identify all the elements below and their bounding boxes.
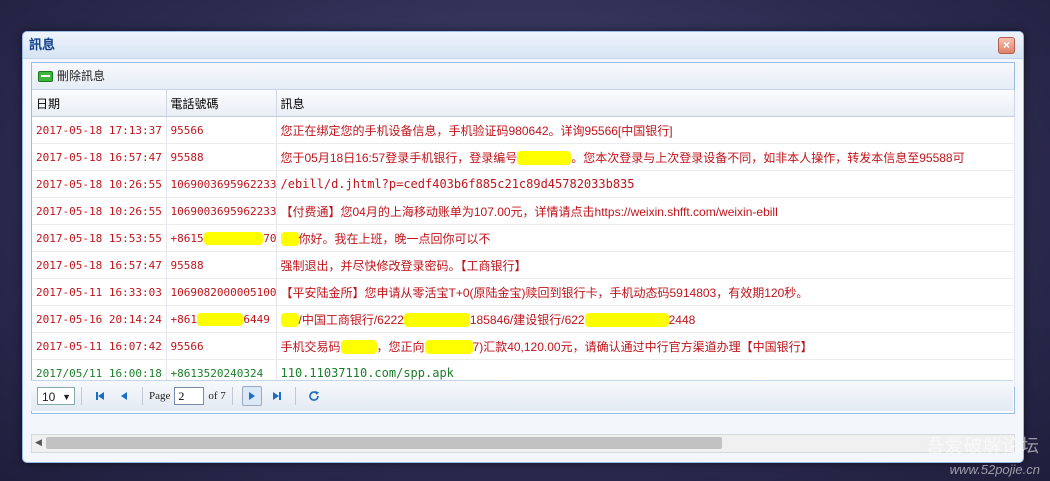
next-page-icon [248,392,255,400]
cell-message: 强制退出，并尽快修改登录密码。【工商银行】 [276,251,1015,279]
cell-message: 手机交易码xxxxxx，您正向xxxxxxxx7)汇款40,120.00元，请确… [276,332,1015,360]
watermark-title: 吾爱破解论坛 [926,436,1040,456]
cell-phone: 10690820000051003 [166,278,277,306]
table-row[interactable]: 2017-05-18 10:26:55 1069003695962233 【付费… [32,197,1015,225]
message-grid: 日期 電話號碼 訊息 2017-05-18 17:13:37 95566 您正在… [32,90,1015,387]
message-text-mid: ，您正向 [376,339,425,354]
phone-suffix: 70 [263,231,276,245]
message-text: 手机交易码 [280,339,341,354]
toolbar: 刪除訊息 [32,63,1014,90]
delete-icon [38,70,53,82]
message-text-mid: 185846/建设银行/622 [469,312,585,327]
separator [142,387,143,405]
column-header-phone[interactable]: 電話號碼 [166,90,277,117]
message-text-tail: 。您本次登录与上次登录设备不同，如非本人操作，转发本信息至95588可 [571,150,965,165]
separator [294,387,296,405]
cell-message: 您正在绑定您的手机设备信息，手机验证码980642。详询95566[中国银行] [276,116,1015,144]
dialog-titlebar[interactable]: 訊息 × [23,32,1023,59]
cell-message: 您于05月18日16:57登录手机银行，登录编号xxxxxxxxx。您本次登录与… [276,143,1015,171]
cell-phone: 95588 [166,251,277,279]
redaction-mark: xxxxxxx [197,312,244,326]
page-size-select[interactable]: 10 ▼ [37,387,75,405]
separator [231,387,233,405]
redaction-mark: xxx [280,312,299,327]
column-header-date[interactable]: 日期 [32,90,167,117]
table-row[interactable]: 2017-05-18 10:26:55 1069003695962233 /eb… [32,170,1015,198]
separator [81,387,82,405]
first-page-button[interactable] [91,387,109,405]
redaction-mark: xxx [280,231,299,246]
watermark: 吾爱破解论坛 www.52pojie.cn [926,432,1040,477]
pagination-toolbar: 10 ▼ Page of 7 [31,380,1013,411]
page-label: Page [149,390,171,402]
cell-phone: 95566 [166,332,277,360]
cell-phone: 1069003695962233 [166,197,277,225]
cell-date: 2017-05-18 16:57:47 [32,143,167,171]
message-text: 您于05月18日16:57登录手机银行，登录编号 [280,150,518,165]
cell-message: 【付费通】您04月的上海移动账单为107.00元，详情请点击https://we… [276,197,1015,225]
cell-date: 2017-05-11 16:33:03 [32,278,167,306]
redaction-mark: xxxxxxxxxxx [403,312,470,327]
page-count-label: of 7 [208,390,226,402]
cell-message: xxx你好。我在上班，晚一点回你可以不 [276,224,1015,252]
phone-suffix: 6449 [243,312,270,326]
message-dialog: 訊息 × 刪除訊息 日期 電話號碼 訊息 2017-05-18 17:13:37 [22,31,1024,463]
table-row[interactable]: 2017-05-18 17:13:37 95566 您正在绑定您的手机设备信息，… [32,116,1015,144]
message-text-tail: 7)汇款40,120.00元，请确认通过中行官方渠道办理【中国银行】 [472,339,813,354]
prev-page-icon [121,392,127,400]
phone-prefix: +861 [170,312,198,326]
prev-page-button[interactable] [115,387,133,405]
delete-message-button[interactable]: 刪除訊息 [38,63,105,89]
cell-date: 2017-05-16 20:14:24 [32,305,167,333]
redaction-mark: xxxxxx [340,339,377,354]
table-row[interactable]: 2017-05-11 16:07:42 95566 手机交易码xxxxxx，您正… [32,332,1015,360]
cell-date: 2017-05-18 15:53:55 [32,224,167,252]
page-number-input[interactable] [174,387,205,405]
cell-phone: +861xxxxxxx6449 [166,305,277,333]
refresh-icon [309,391,319,401]
redaction-mark: xxxxxxxx [424,339,473,354]
last-page-button[interactable] [268,387,286,405]
message-text: /中国工商银行/6222 [298,312,404,327]
column-header-message[interactable]: 訊息 [276,90,1015,117]
table-row[interactable]: 2017-05-11 16:33:03 10690820000051003 【平… [32,278,1015,306]
cell-phone: 1069003695962233 [166,170,277,198]
cell-date: 2017-05-18 17:13:37 [32,116,167,144]
dialog-title: 訊息 [29,37,56,52]
scrollbar-thumb[interactable] [46,437,722,449]
cell-date: 2017-05-18 16:57:47 [32,251,167,279]
table-row[interactable]: 2017-05-18 15:53:55 +8615xxxxxxxxx70 xxx… [32,224,1015,252]
cell-message: 【平安陆金所】您申请从零活宝T+0(原陆金宝)赎回到银行卡，手机动态码59148… [276,278,1015,306]
dropdown-arrow-icon: ▼ [62,392,71,402]
horizontal-scrollbar[interactable]: ◀ [31,434,1015,453]
cell-date: 2017-05-11 16:07:42 [32,332,167,360]
refresh-button[interactable] [305,387,323,405]
redaction-mark: xxxxxxxxx [203,231,264,245]
last-page-icon [272,392,281,400]
phone-prefix: +8615 [170,231,204,245]
first-page-icon [96,392,104,400]
cell-date: 2017-05-18 10:26:55 [32,170,167,198]
cell-message: xxx/中国工商银行/6222xxxxxxxxxxx185846/建设银行/62… [276,305,1015,333]
cell-date: 2017-05-18 10:26:55 [32,197,167,225]
scroll-left-icon[interactable]: ◀ [35,437,42,448]
next-page-button[interactable] [241,386,262,406]
close-icon[interactable]: × [998,37,1015,54]
table-row[interactable]: 2017-05-18 16:57:47 95588 强制退出，并尽快修改登录密码… [32,251,1015,279]
redaction-mark: xxxxxxxxx [517,150,572,165]
message-text-tail: 2448 [668,312,696,327]
message-panel: 刪除訊息 日期 電話號碼 訊息 2017-05-18 17:13:37 9556… [31,62,1015,414]
table-row[interactable]: 2017-05-16 20:14:24 +861xxxxxxx6449 xxx/… [32,305,1015,333]
table-row[interactable]: 2017-05-18 16:57:47 95588 您于05月18日16:57登… [32,143,1015,171]
watermark-url: www.52pojie.cn [949,462,1040,477]
grid-header: 日期 電話號碼 訊息 [32,90,1015,117]
cell-phone: 95588 [166,143,277,171]
cell-phone: 95566 [166,116,277,144]
delete-message-label: 刪除訊息 [57,69,106,83]
redaction-mark: xxxxxxxxxxxxxx [584,312,669,327]
page-size-value: 10 [42,390,56,404]
cell-message: /ebill/d.jhtml?p=cedf403b6f885c21c89d457… [276,170,1015,198]
message-text: 你好。我在上班，晚一点回你可以不 [298,231,491,246]
cell-phone: +8615xxxxxxxxx70 [166,224,277,252]
